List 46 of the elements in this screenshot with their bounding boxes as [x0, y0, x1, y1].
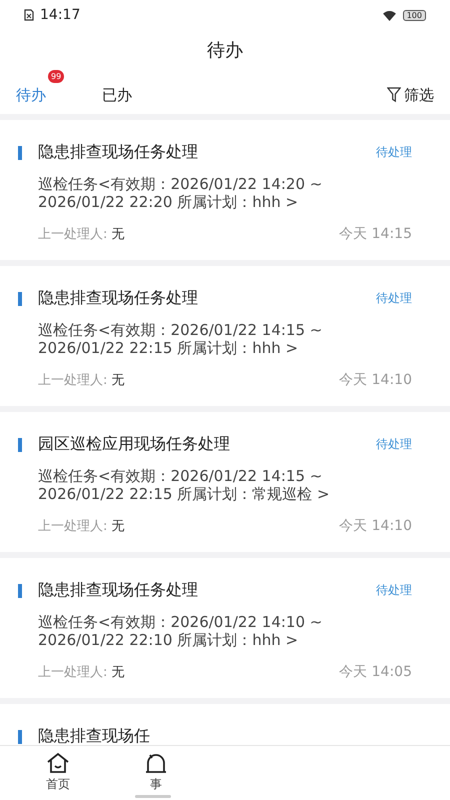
accent-bar	[18, 730, 22, 744]
filter-button[interactable]: 筛选	[387, 86, 434, 104]
task-title: 园区巡检应用现场任务处理	[38, 434, 231, 455]
accent-bar	[18, 146, 22, 160]
task-time: 今天 14:15	[339, 225, 412, 243]
handler-text: 上一处理人: 无	[38, 372, 125, 389]
filter-label: 筛选	[404, 86, 434, 104]
nav-item[interactable]: 首页	[20, 746, 96, 800]
task-title: 隐患排查现场任务处理	[38, 288, 199, 309]
task-time: 今天 14:10	[339, 517, 412, 535]
battery-icon: 100	[402, 10, 426, 20]
tab[interactable]: 已办	[100, 82, 134, 108]
handler-text: 上一处理人: 无	[38, 664, 125, 681]
handler-text: 上一处理人: 无	[38, 518, 125, 535]
task-title: 隐患排查现场任	[38, 726, 151, 745]
count-badge: 99	[48, 70, 64, 82]
status-label: 待处理	[376, 290, 412, 307]
task-title: 隐患排查现场任务处理	[38, 580, 199, 601]
sim-icon	[24, 9, 34, 21]
nav-item[interactable]: 事	[118, 746, 194, 800]
page-title: 待办	[206, 39, 244, 63]
bell-icon	[144, 752, 168, 774]
task-detail: 巡检任务<有效期：2026/01/22 14:15 ~ 2026/01/22 22:15 所属计划：常规巡检 >	[38, 467, 331, 503]
accent-bar	[18, 292, 22, 306]
task-card[interactable]: 隐患排查现场任务处理 待处理 巡检任务<有效期：2026/01/22 14:15 ~ 2026/01/22 22:15 所属计划：hhh > 上一处理人: 无 今天 14:10	[0, 266, 450, 412]
task-card[interactable]: 园区巡检应用现场任务处理 待处理 巡检任务<有效期：2026/01/22 14:15 ~ 2026/01/22 22:15 所属计划：常规巡检 > 上一处理人: 无 今天 14:10	[0, 412, 450, 558]
task-title: 隐患排查现场任务处理	[38, 142, 199, 163]
task-time: 今天 14:05	[339, 663, 412, 681]
task-card[interactable]: 隐患排查现场任	[0, 704, 450, 745]
tab[interactable]: 待办	[14, 82, 48, 108]
status-time: 14:17	[40, 7, 80, 23]
task-detail: 巡检任务<有效期：2026/01/22 14:20 ~ 2026/01/22 22:20 所属计划：hhh >	[38, 175, 324, 211]
funnel-icon	[387, 87, 401, 103]
task-detail: 巡检任务<有效期：2026/01/22 14:10 ~ 2026/01/22 22:10 所属计划：hhh >	[38, 613, 324, 649]
status-label: 待处理	[376, 436, 412, 453]
task-detail: 巡检任务<有效期：2026/01/22 14:15 ~ 2026/01/22 22:15 所属计划：hhh >	[38, 321, 324, 357]
status-label: 待处理	[376, 582, 412, 599]
task-card[interactable]: 隐患排查现场任务处理 待处理 巡检任务<有效期：2026/01/22 14:20 ~ 2026/01/22 22:20 所属计划：hhh > 上一处理人: 无 今天 14:15	[0, 120, 450, 266]
accent-bar	[18, 584, 22, 598]
accent-bar	[18, 438, 22, 452]
task-time: 今天 14:10	[339, 371, 412, 389]
task-card[interactable]: 隐患排查现场任务处理 待处理 巡检任务<有效期：2026/01/22 14:10 ~ 2026/01/22 22:10 所属计划：hhh > 上一处理人: 无 今天 14:05	[0, 558, 450, 704]
handler-text: 上一处理人: 无	[38, 226, 125, 243]
home-icon	[46, 752, 70, 774]
wifi-icon	[382, 10, 397, 20]
status-label: 待处理	[376, 144, 412, 161]
